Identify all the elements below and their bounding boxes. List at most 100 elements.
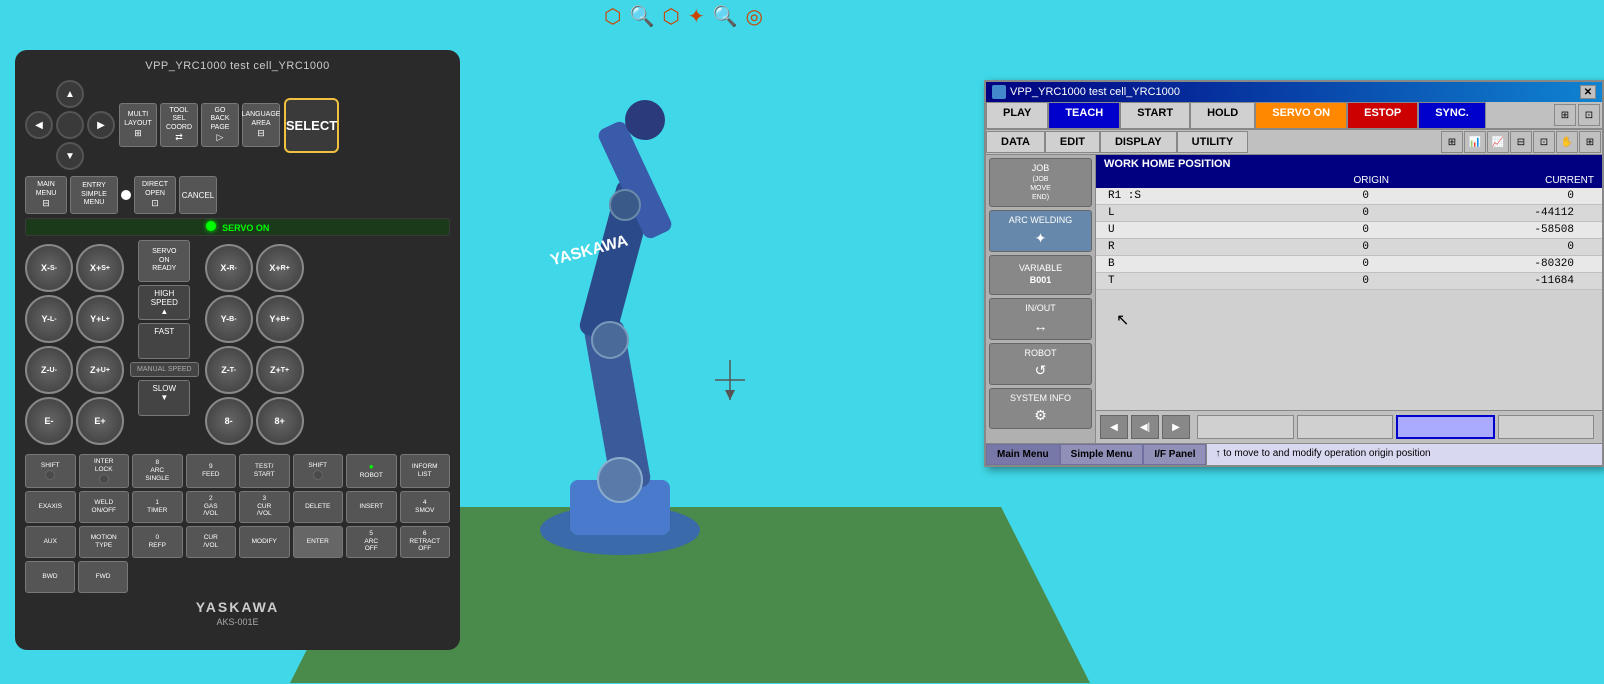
btn-insert[interactable]: INSERT: [346, 491, 397, 523]
btn-em[interactable]: E-: [25, 397, 73, 445]
row-s-origin: 0: [1184, 190, 1389, 202]
yrc-toolbar-icon-6[interactable]: ✋: [1556, 131, 1578, 153]
yrc-toolbar-icon-5[interactable]: ⊡: [1533, 131, 1555, 153]
btn-8arc[interactable]: 8ARCSINGLE: [132, 454, 183, 488]
sidebar-btn-arc-welding[interactable]: ARC WELDING ✦: [989, 210, 1092, 252]
btn-xp[interactable]: X+S+: [76, 244, 124, 292]
yrc-toolbar-icon-7[interactable]: ⊞: [1579, 131, 1601, 153]
nav-btn-prev[interactable]: ◀: [1100, 415, 1128, 439]
dpad-left[interactable]: ◀: [25, 111, 53, 139]
btn-yb-p[interactable]: Y+B+: [256, 295, 304, 343]
tab-estop[interactable]: ESTOP: [1347, 102, 1418, 128]
btn-high-speed[interactable]: HIGHSPEED▲: [138, 285, 190, 320]
yrc-toolbar-icon-4[interactable]: ⊟: [1510, 131, 1532, 153]
tab-start[interactable]: START: [1120, 102, 1190, 128]
btn-bwd[interactable]: BWD: [25, 561, 75, 593]
nav-btn-start[interactable]: ◀|: [1131, 415, 1159, 439]
dpad-up[interactable]: ▲: [56, 80, 84, 108]
btn-xr-p[interactable]: X+R+: [256, 244, 304, 292]
btn-enter[interactable]: ENTER: [293, 526, 344, 558]
tab2-display[interactable]: DISPLAY: [1100, 131, 1177, 153]
sidebar-btn-robot[interactable]: ROBOT ↺: [989, 343, 1092, 385]
dpad-down[interactable]: ▼: [56, 142, 84, 170]
btn-slow[interactable]: SLOW▼: [138, 380, 190, 416]
tab-servo-on[interactable]: SERVO ON: [1255, 102, 1347, 128]
btn-direct-open[interactable]: DIRECT OPEN ⊡: [134, 176, 176, 214]
led-group: [121, 190, 131, 200]
btn-language[interactable]: LANGUAGE AREA ⊟: [242, 103, 280, 147]
btn-interlock[interactable]: INTERLOCK: [79, 454, 130, 488]
footer-simple-menu[interactable]: Simple Menu: [1060, 444, 1144, 465]
sidebar-btn-inout[interactable]: IN/OUT ↔: [989, 298, 1092, 340]
btn-goback[interactable]: GO BACK PAGE ▷: [201, 103, 239, 147]
btn-multi-layout[interactable]: MULTI LAYOUT ⊞: [119, 103, 157, 147]
btn-zp[interactable]: Z+U+: [76, 346, 124, 394]
btn-yb-m[interactable]: Y-B-: [205, 295, 253, 343]
btn-8p[interactable]: 8+: [256, 397, 304, 445]
sidebar-btn-job[interactable]: JOB (JOBMOVEEND): [989, 158, 1092, 207]
select-button[interactable]: SELECT: [284, 98, 339, 153]
yrc-icon-btn-2[interactable]: ⊡: [1578, 104, 1600, 126]
btn-xs[interactable]: X-S-: [25, 244, 73, 292]
btn-yl[interactable]: Y-L-: [25, 295, 73, 343]
btn-fwd[interactable]: FWD: [78, 561, 128, 593]
btn-aux[interactable]: AUX: [25, 526, 76, 558]
btn-zt-m[interactable]: Z-T-: [205, 346, 253, 394]
btn-entry-simple[interactable]: ENTRY SIMPLE MENU: [70, 176, 118, 214]
btn-test-start[interactable]: TEST/START: [239, 454, 290, 488]
btn-main-menu[interactable]: MAIN MENU ⊟: [25, 176, 67, 214]
yrc-close-button[interactable]: ✕: [1580, 85, 1596, 99]
speed-col: SERVO ON READY HIGHSPEED▲ FAST MANUAL SP…: [130, 240, 199, 449]
btn-inform-list[interactable]: INFORMLIST: [400, 454, 451, 488]
btn-4smov[interactable]: 4SMOV: [400, 491, 451, 523]
btn-toolsel[interactable]: TOOL SEL COORD ⇄: [160, 103, 198, 147]
btn-1timer[interactable]: 1TIMER: [132, 491, 183, 523]
btn-xr-m[interactable]: X-R-: [205, 244, 253, 292]
robot-scene: YASKAWA: [440, 0, 900, 684]
btn-ep[interactable]: E+: [76, 397, 124, 445]
yrc-toolbar-icon-1[interactable]: ⊞: [1441, 131, 1463, 153]
footer-main-menu[interactable]: Main Menu: [986, 444, 1060, 465]
btn-yp[interactable]: Y+L+: [76, 295, 124, 343]
tab-teach[interactable]: TEACH: [1048, 102, 1120, 128]
footer-if-panel[interactable]: I/F Panel: [1143, 444, 1206, 465]
btn-zt-p[interactable]: Z+T+: [256, 346, 304, 394]
row-l-current: -44112: [1389, 207, 1594, 219]
arc-welding-icon: ✦: [1035, 229, 1047, 247]
btn-cur-vol[interactable]: CUR/VOL: [186, 526, 237, 558]
btn-3cur[interactable]: 3CUR/VOL: [239, 491, 290, 523]
btn-fast[interactable]: FAST: [138, 323, 190, 359]
tab2-data[interactable]: DATA: [986, 131, 1045, 153]
btn-shift-1[interactable]: SHIFT: [25, 454, 76, 488]
btn-weld-onoff[interactable]: WELDON/OFF: [79, 491, 130, 523]
title-icon: [992, 85, 1006, 99]
tab-sync[interactable]: SYNC.: [1418, 102, 1486, 128]
dpad-right[interactable]: ▶: [87, 111, 115, 139]
yrc-icon-btn-1[interactable]: ⊞: [1554, 104, 1576, 126]
tab2-edit[interactable]: EDIT: [1045, 131, 1100, 153]
dpad: ▲ ◀ ▶ ▼: [25, 80, 115, 170]
btn-8m[interactable]: 8-: [205, 397, 253, 445]
btn-servo-on-ready[interactable]: SERVO ON READY: [138, 240, 190, 282]
cancel-button[interactable]: CANCEL: [179, 176, 217, 214]
yrc-toolbar-icon-2[interactable]: 📊: [1464, 131, 1486, 153]
btn-delete[interactable]: DELETE: [293, 491, 344, 523]
sidebar-btn-variable[interactable]: VARIABLE B001: [989, 255, 1092, 295]
yrc-toolbar-icon-3[interactable]: 📈: [1487, 131, 1509, 153]
sidebar-btn-sysinfo[interactable]: SYSTEM INFO ⚙: [989, 388, 1092, 430]
btn-motion-type[interactable]: MOTIONTYPE: [79, 526, 130, 558]
btn-6retract[interactable]: 6RETRACTOFF: [400, 526, 451, 558]
tab-play[interactable]: PLAY: [986, 102, 1048, 128]
btn-5arc[interactable]: 5ARCOFF: [346, 526, 397, 558]
btn-zu[interactable]: Z-U-: [25, 346, 73, 394]
btn-shift-2[interactable]: SHIFT: [293, 454, 344, 488]
btn-2gas[interactable]: 2GAS/VOL: [186, 491, 237, 523]
tab-hold[interactable]: HOLD: [1190, 102, 1255, 128]
btn-9feed[interactable]: 9FEED: [186, 454, 237, 488]
btn-0refp[interactable]: 0REFP: [132, 526, 183, 558]
nav-btn-play[interactable]: ▶: [1162, 415, 1190, 439]
tab2-utility[interactable]: UTILITY: [1177, 131, 1249, 153]
btn-modify[interactable]: MODIFY: [239, 526, 290, 558]
btn-robot[interactable]: ROBOT: [346, 454, 397, 488]
btn-exaxis[interactable]: EXAXIS: [25, 491, 76, 523]
